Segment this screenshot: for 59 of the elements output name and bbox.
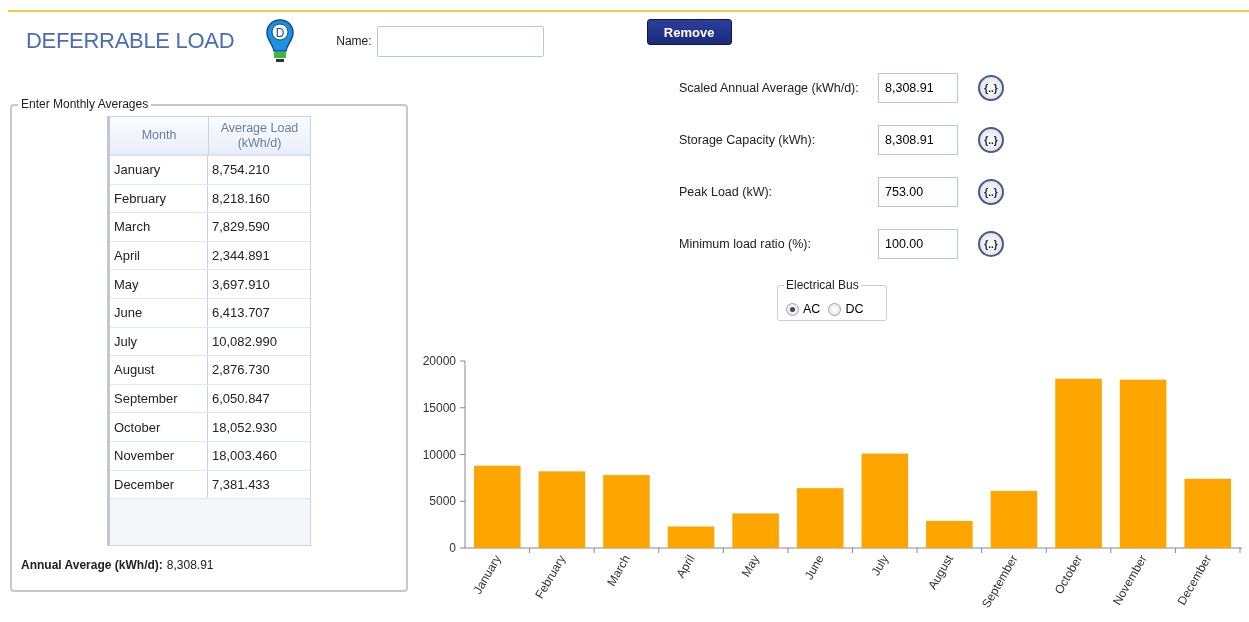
bar [667,526,715,548]
axis-tick-label: 10000 [422,447,456,462]
name-label: Name: [336,34,372,48]
group-legend: Electrical Bus [784,278,861,292]
value-field[interactable]: 8,308.91 [878,125,958,155]
annual-average-label: Annual Average (kWh/d): [21,558,163,572]
page-title: DEFERRABLE LOAD [26,28,235,54]
table-cell[interactable]: 18,003.460 [208,441,310,470]
name-field[interactable] [376,25,544,57]
table-cell[interactable]: 3,697.910 [208,270,310,298]
table-cell[interactable]: 8,754.210 [208,156,310,184]
expression-button[interactable]: {..} [978,231,1004,257]
table-cell: May [110,270,208,298]
table-cell: March [110,213,208,241]
bus-radio-option[interactable]: DC [828,302,864,316]
table-cell[interactable]: 2,876.730 [208,356,310,384]
table-cell[interactable]: 8,218.160 [208,184,310,213]
bar [990,490,1038,548]
table-cell: October [110,413,208,441]
table-cell: January [110,156,208,184]
remove-button[interactable]: Remove [646,19,732,45]
bar [1184,478,1231,548]
expression-button[interactable]: {..} [978,127,1004,153]
table-cell[interactable]: 10,082.990 [208,327,310,356]
value-field[interactable]: 8,308.91 [878,73,958,103]
field-label: Peak Load (kW): [679,185,774,199]
table-cell: July [110,327,208,356]
table-cell: November [110,441,208,470]
value-field[interactable]: 100.00 [878,229,958,259]
bar [926,520,973,548]
table-cell[interactable]: 2,344.891 [208,241,310,270]
expression-button[interactable]: {..} [978,75,1004,101]
table-cell: February [110,184,208,213]
table-cell: August [110,356,208,384]
table-cell[interactable]: 7,829.590 [208,213,310,241]
column-header[interactable]: Month [110,117,209,154]
field-label: Minimum load ratio (%): [679,237,812,251]
table-cell[interactable]: 18,052.930 [208,413,310,441]
bar [796,488,844,548]
group-legend: Enter Monthly Averages [18,97,152,111]
table-cell: June [110,298,208,327]
axis-tick-label: 0 [449,541,456,555]
bus-radio-option[interactable]: AC [786,302,821,316]
annual-average-value: 8,308.91 [166,558,214,572]
table-cell: December [110,470,208,499]
table-cell[interactable]: 6,413.707 [208,298,310,327]
table-cell[interactable]: 7,381.433 [208,470,310,499]
column-header[interactable]: Average Load (kWh/d) [209,117,310,154]
axis-tick-label: 15000 [422,400,456,415]
table-cell: September [110,384,208,413]
field-label: Scaled Annual Average (kWh/d): [679,81,860,95]
value-field[interactable]: 753.00 [878,177,958,207]
field-label: Storage Capacity (kWh): [679,133,817,147]
axis-tick-label: 20000 [422,354,456,368]
table-cell: April [110,241,208,270]
table-cell[interactable]: 6,050.847 [208,384,310,413]
bar [732,513,779,548]
expression-button[interactable]: {..} [978,179,1004,205]
axis-tick-label: 5000 [429,494,456,509]
